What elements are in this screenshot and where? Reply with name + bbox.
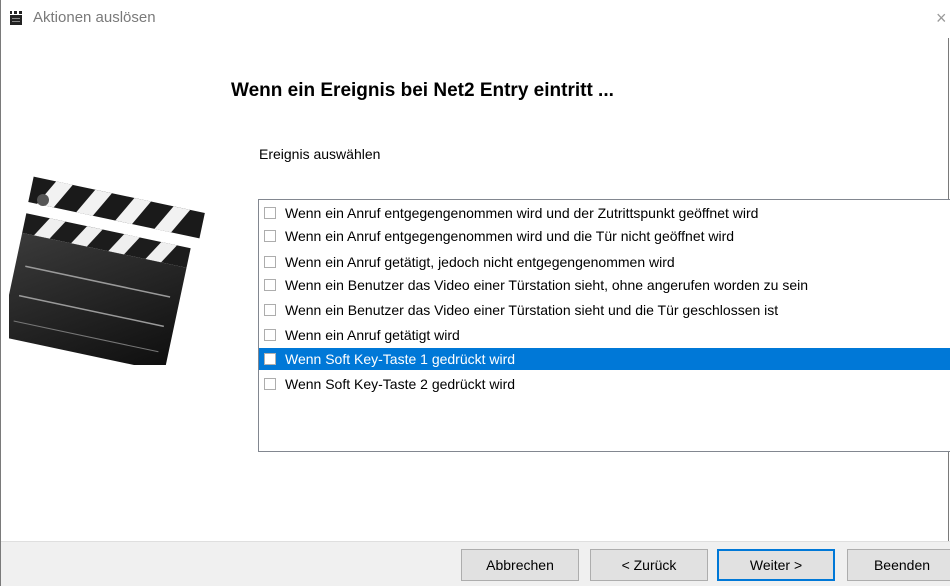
- list-item[interactable]: Wenn ein Anruf entgegengenommen wird und…: [259, 202, 950, 224]
- page-heading: Wenn ein Ereignis bei Net2 Entry eintrit…: [231, 80, 614, 101]
- next-button[interactable]: Weiter >: [717, 549, 835, 581]
- close-button[interactable]: ×: [936, 6, 950, 30]
- checkbox[interactable]: [264, 207, 276, 219]
- list-item-selected[interactable]: Wenn Soft Key-Taste 1 gedrückt wird: [259, 348, 950, 370]
- list-item-label: Wenn ein Anruf getätigt, jedoch nicht en…: [285, 254, 675, 270]
- list-item[interactable]: Wenn ein Anruf getätigt wird: [259, 324, 950, 346]
- list-item-label: Wenn ein Benutzer das Video einer Türsta…: [285, 277, 809, 293]
- finish-button[interactable]: Beenden: [847, 549, 950, 581]
- event-listbox[interactable]: Wenn ein Anruf entgegengenommen wird und…: [258, 199, 950, 452]
- list-item-label: Wenn ein Anruf getätigt wird: [285, 327, 460, 343]
- clapperboard-illustration: [9, 176, 205, 365]
- cancel-button[interactable]: Abbrechen: [461, 549, 579, 581]
- button-bar: Abbrechen < Zurück Weiter > Beenden: [1, 541, 950, 586]
- list-item-label: Wenn Soft Key-Taste 1 gedrückt wird: [285, 351, 516, 367]
- checkbox[interactable]: [264, 230, 276, 242]
- title-bar: Aktionen auslösen ×: [1, 0, 950, 38]
- list-item-label: Wenn Soft Key-Taste 2 gedrückt wird: [285, 376, 516, 392]
- event-select-label: Ereignis auswählen: [259, 146, 381, 162]
- checkbox[interactable]: [264, 378, 276, 390]
- list-item[interactable]: Wenn ein Anruf entgegengenommen wird und…: [259, 225, 950, 247]
- checkbox[interactable]: [264, 353, 276, 365]
- window-title: Aktionen auslösen: [33, 9, 156, 26]
- wizard-window: Aktionen auslösen × Wenn ein Ereignis be…: [0, 0, 950, 586]
- checkbox[interactable]: [264, 304, 276, 316]
- checkbox[interactable]: [264, 256, 276, 268]
- checkbox[interactable]: [264, 329, 276, 341]
- list-item[interactable]: Wenn ein Benutzer das Video einer Türsta…: [259, 274, 950, 296]
- list-item[interactable]: Wenn Soft Key-Taste 2 gedrückt wird: [259, 373, 950, 395]
- list-item[interactable]: Wenn ein Anruf getätigt, jedoch nicht en…: [259, 251, 950, 273]
- clapperboard-icon: [10, 11, 22, 25]
- list-item-label: Wenn ein Benutzer das Video einer Türsta…: [285, 302, 779, 318]
- list-item-label: Wenn ein Anruf entgegengenommen wird und…: [285, 228, 735, 244]
- list-item-label: Wenn ein Anruf entgegengenommen wird und…: [285, 205, 759, 221]
- back-button[interactable]: < Zurück: [590, 549, 708, 581]
- list-item[interactable]: Wenn ein Benutzer das Video einer Türsta…: [259, 299, 950, 321]
- checkbox[interactable]: [264, 279, 276, 291]
